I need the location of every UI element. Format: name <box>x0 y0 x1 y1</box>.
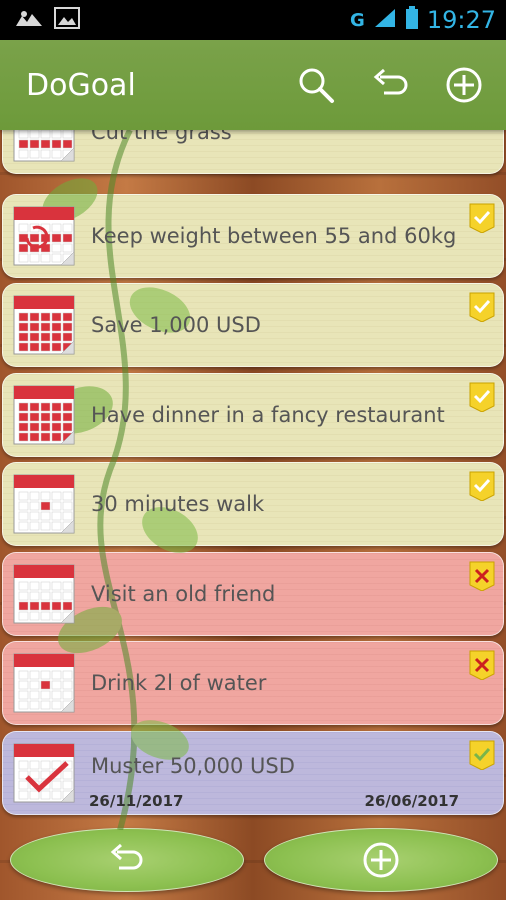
goal-item[interactable]: 30 minutes walk <box>2 462 504 546</box>
goal-status-flag[interactable] <box>469 292 495 323</box>
app-title: DoGoal <box>26 67 136 103</box>
check-flag-icon <box>469 292 495 323</box>
goal-item[interactable]: Cut the grass <box>2 130 504 174</box>
goal-item[interactable]: Visit an old friend <box>2 552 504 636</box>
goal-calendar <box>13 204 77 268</box>
goal-dates: 26/11/2017 26/06/2017 <box>89 792 459 810</box>
signal-icon <box>373 7 397 33</box>
goal-list[interactable]: Cut the grass Keep weight between 55 and… <box>0 130 506 820</box>
goal-label: Muster 50,000 USD <box>91 754 295 778</box>
failed-flag-icon <box>469 561 495 592</box>
calendar-icon <box>13 385 75 445</box>
calendar-icon <box>13 295 75 355</box>
goal-label: Cut the grass <box>91 130 232 144</box>
cloud-icon <box>14 8 44 32</box>
calendar-icon <box>13 564 75 624</box>
goal-item[interactable]: Muster 50,000 USD 26/11/2017 26/06/2017 <box>2 731 504 815</box>
goal-status-flag[interactable] <box>469 382 495 413</box>
goal-status-flag[interactable] <box>469 203 495 234</box>
goal-label: 30 minutes walk <box>91 492 265 516</box>
network-type: G <box>350 9 365 31</box>
bottom-bar <box>0 820 506 900</box>
goal-item[interactable]: Save 1,000 USD <box>2 283 504 367</box>
search-icon <box>299 68 334 103</box>
action-bar: DoGoal <box>0 40 506 130</box>
goal-label: Drink 2l of water <box>91 671 267 695</box>
search-button[interactable] <box>290 59 342 111</box>
battery-icon <box>405 6 419 34</box>
goal-end-date: 26/06/2017 <box>364 792 459 810</box>
bottom-undo-button[interactable] <box>10 828 244 892</box>
goal-calendar <box>13 651 77 715</box>
goal-status-flag[interactable] <box>469 561 495 592</box>
undo-icon <box>373 68 408 95</box>
goal-calendar <box>13 472 77 536</box>
check-flag-icon <box>469 382 495 413</box>
image-icon <box>54 7 80 33</box>
check-flag-icon <box>469 203 495 234</box>
bottom-add-button[interactable] <box>264 828 498 892</box>
goal-calendar <box>13 130 77 164</box>
add-icon <box>363 842 399 878</box>
goal-status-flag[interactable] <box>469 471 495 502</box>
status-bar: G 19:27 <box>0 0 506 40</box>
failed-flag-icon <box>469 650 495 681</box>
add-button[interactable] <box>438 59 490 111</box>
goal-status-flag[interactable] <box>469 740 495 771</box>
goal-start-date: 26/11/2017 <box>89 792 184 810</box>
goal-status-flag[interactable] <box>469 650 495 681</box>
calendar-icon <box>13 653 75 713</box>
check-flag-icon <box>469 740 495 771</box>
goal-label: Save 1,000 USD <box>91 313 261 337</box>
goal-calendar <box>13 562 77 626</box>
goal-label: Visit an old friend <box>91 582 276 606</box>
goal-label: Have dinner in a fancy restaurant <box>91 403 445 427</box>
goal-calendar <box>13 383 77 447</box>
clock: 19:27 <box>426 6 496 34</box>
calendar-icon <box>13 743 75 803</box>
calendar-icon <box>13 206 75 266</box>
goal-item[interactable]: Keep weight between 55 and 60kg <box>2 194 504 278</box>
goal-calendar <box>13 741 77 805</box>
calendar-icon <box>13 474 75 534</box>
goal-item[interactable]: Have dinner in a fancy restaurant <box>2 373 504 457</box>
undo-button[interactable] <box>364 59 416 111</box>
goal-calendar <box>13 293 77 357</box>
goal-label: Keep weight between 55 and 60kg <box>91 224 457 248</box>
goal-item[interactable]: Drink 2l of water <box>2 641 504 725</box>
check-flag-icon <box>469 471 495 502</box>
calendar-icon <box>13 130 75 162</box>
undo-icon <box>110 843 143 870</box>
add-icon <box>446 67 482 103</box>
